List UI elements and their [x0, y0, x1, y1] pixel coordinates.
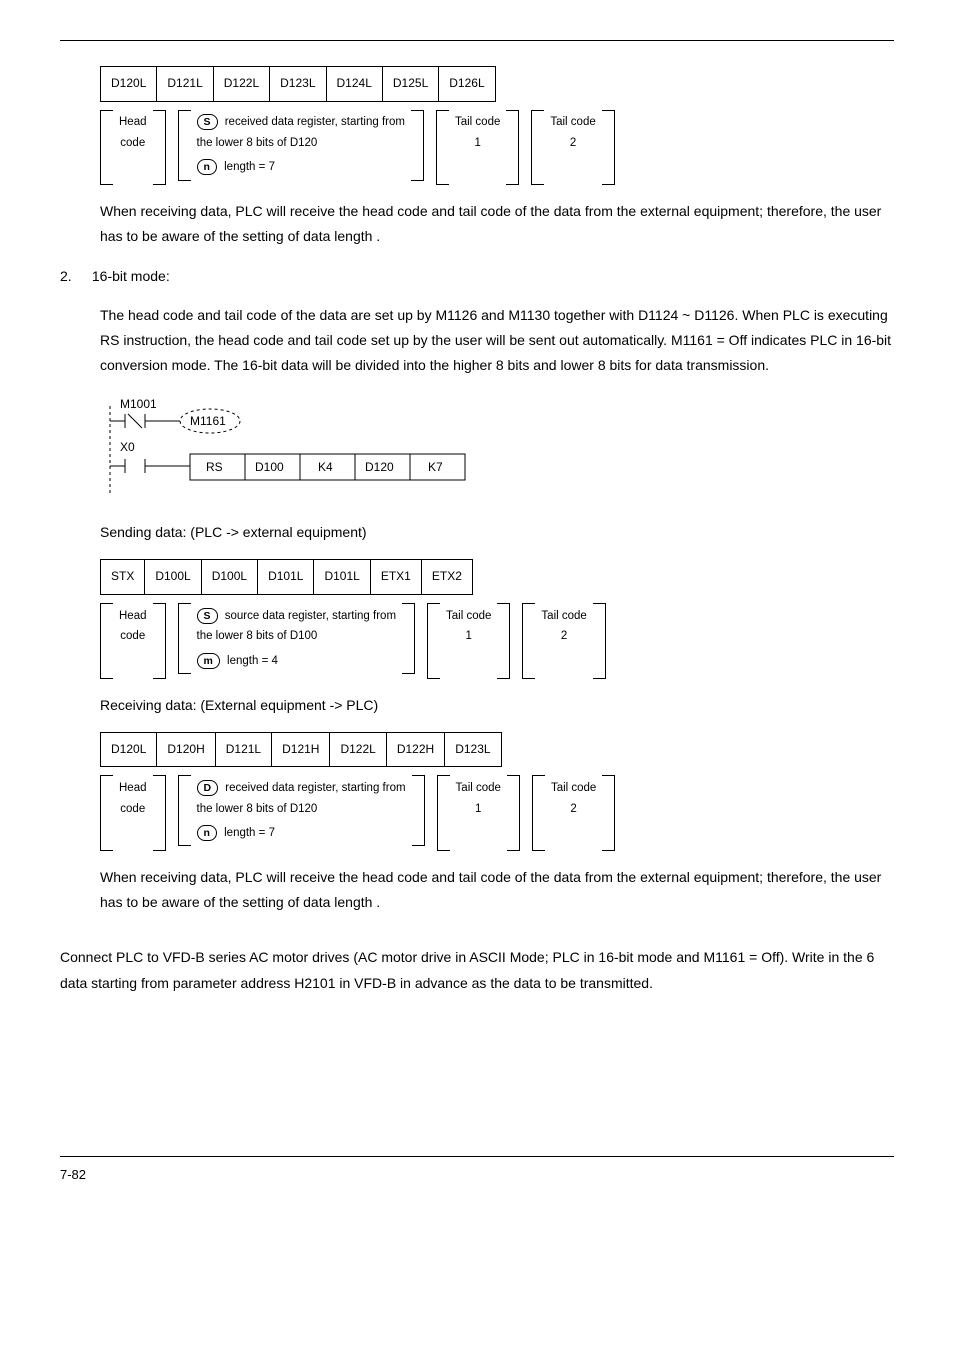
diag1-n-text: length = 7 [224, 161, 275, 173]
diag1-cell: D126L [439, 67, 495, 102]
diag1-tail2: Tail code 2 [544, 110, 601, 180]
m1161-label: M1161 [190, 414, 226, 428]
x0-label: X0 [120, 440, 135, 454]
n-icon: n [197, 159, 217, 175]
diag2-tail1: Tail code 1 [440, 604, 497, 674]
diag3-d-text: received data register, starting from th… [197, 782, 406, 815]
diag1-s-text: received data register, starting from th… [197, 116, 405, 149]
ladder-cell-1: D100 [255, 460, 284, 474]
diag2-cell: D101L [258, 560, 314, 595]
diag1-cell: D123L [270, 67, 326, 102]
diag2-cell: D100L [145, 560, 201, 595]
diag3-table: D120L D120H D121L D121H D122L D122H D123… [100, 732, 502, 768]
diag1-cell: D121L [157, 67, 213, 102]
diag2-cell: STX [101, 560, 145, 595]
footer-rule [60, 1156, 894, 1157]
diag3-head: Head code [113, 776, 153, 846]
para2: The head code and tail code of the data … [100, 303, 894, 379]
diag1-tail1: Tail code 1 [449, 110, 506, 180]
diag1-cell: D120L [101, 67, 157, 102]
num2: 2. [60, 264, 88, 289]
item-2: 2. 16-bit mode: [60, 264, 894, 289]
para4: Connect PLC to VFD-B series AC motor dri… [60, 945, 894, 995]
s-icon: S [197, 114, 218, 130]
diag1-desc: Head code S received data register, star… [100, 110, 894, 186]
m-icon: m [197, 653, 220, 669]
diag1-head: Head code [113, 110, 153, 180]
diag2-desc: Head code S source data register, starti… [100, 603, 894, 679]
d-icon: D [197, 780, 219, 796]
diag1-table: D120L D121L D122L D123L D124L D125L D126… [100, 66, 496, 102]
diag3-cell: D120L [101, 732, 157, 767]
page-number: 7-82 [60, 1163, 894, 1186]
diag2-cell: ETX2 [421, 560, 472, 595]
diag3-n-text: length = 7 [224, 827, 275, 839]
ladder-cell-2: K4 [318, 460, 333, 474]
diag2-cell: ETX1 [370, 560, 421, 595]
para3: When receiving data, PLC will receive th… [100, 865, 894, 915]
ladder-cell-3: D120 [365, 460, 394, 474]
diag3-cell: D121L [215, 732, 271, 767]
top-rule [60, 40, 894, 41]
diag2-m-text: length = 4 [227, 655, 278, 667]
footer: 7-82 [60, 1156, 894, 1186]
diag2-tail2: Tail code 2 [535, 604, 592, 674]
diag3-tail2: Tail code 2 [545, 776, 602, 846]
send-label: Sending data: (PLC -> external equipment… [100, 520, 894, 545]
diag2-s-text: source data register, starting from the … [197, 610, 397, 643]
diag2-cell: D101L [314, 560, 370, 595]
para1: When receiving data, PLC will receive th… [100, 199, 894, 249]
ladder-diagram: text{font-family:Arial;font-size:12px;} … [100, 396, 894, 506]
diag3-cell: D120H [157, 732, 215, 767]
ladder-cells: RS D100 K4 D120 K7 [190, 454, 465, 480]
diag3-tail1: Tail code 1 [450, 776, 507, 846]
diag1-cell: D124L [326, 67, 382, 102]
ladder-cell-4: K7 [428, 460, 443, 474]
diag3-desc: Head code D received data register, star… [100, 775, 894, 851]
s-icon: S [197, 608, 218, 624]
mode16-title: 16-bit mode: [92, 268, 170, 284]
diag3-cell: D122H [386, 732, 444, 767]
diag2-cell: D100L [201, 560, 257, 595]
n-icon: n [197, 825, 217, 841]
diag3-cell: D122L [330, 732, 386, 767]
ladder-cell-0: RS [206, 460, 223, 474]
diag1-cell: D122L [213, 67, 269, 102]
diag1-cell: D125L [382, 67, 438, 102]
diag2-head: Head code [113, 604, 153, 674]
recv-label: Receiving data: (External equipment -> P… [100, 693, 894, 718]
diag3-cell: D121H [272, 732, 330, 767]
diag2-table: STX D100L D100L D101L D101L ETX1 ETX2 [100, 559, 473, 595]
m1001-label: M1001 [120, 397, 157, 411]
diag3-cell: D123L [445, 732, 501, 767]
